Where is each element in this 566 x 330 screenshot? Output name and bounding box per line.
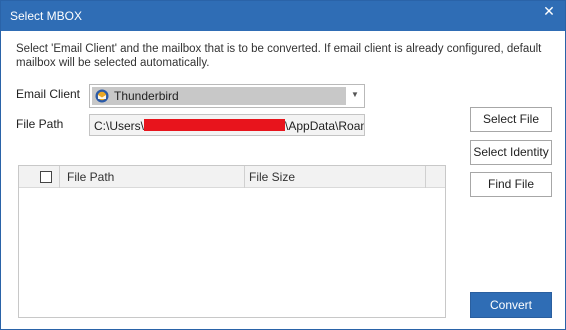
select-file-button[interactable]: Select File [470,107,552,132]
title-bar: Select MBOX ✕ [1,1,565,31]
email-client-label: Email Client [16,87,81,101]
file-path-prefix: C:\Users\ [94,119,145,133]
email-client-selection: Thunderbird [92,87,346,105]
file-list-table: File Path File Size [18,165,446,318]
column-divider [59,166,60,188]
file-path-field[interactable]: C:\Users\ \AppData\Roamin [89,114,365,136]
thunderbird-icon [95,89,109,103]
select-identity-button[interactable]: Select Identity [470,140,552,165]
column-divider [244,166,245,188]
email-client-dropdown[interactable]: Thunderbird ▼ [89,84,365,108]
find-file-button[interactable]: Find File [470,172,552,197]
file-path-label: File Path [16,117,64,131]
file-path-value: C:\Users\ \AppData\Roamin [94,119,364,133]
convert-button[interactable]: Convert [470,292,552,318]
column-divider [425,166,426,188]
select-all-checkbox[interactable] [40,171,52,183]
email-client-value: Thunderbird [114,89,179,103]
instruction-text: Select 'Email Client' and the mailbox th… [16,43,542,69]
dialog-title: Select MBOX [10,9,83,23]
file-path-suffix: \AppData\Roamin [285,119,364,133]
column-header-file-path[interactable]: File Path [67,166,114,188]
select-mbox-dialog: Select MBOX ✕ Select 'Email Client' and … [0,0,566,330]
table-header: File Path File Size [19,166,445,188]
close-icon[interactable]: ✕ [541,3,557,19]
chevron-down-icon[interactable]: ▼ [351,91,359,99]
redaction-mark [144,119,286,131]
column-header-file-size[interactable]: File Size [249,166,295,188]
